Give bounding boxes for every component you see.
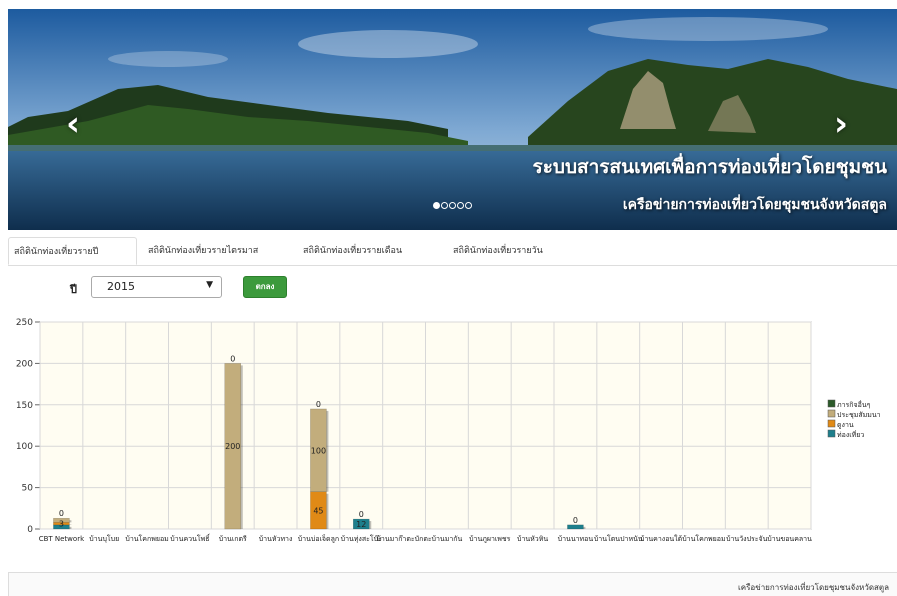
statistics-tabs: สถิตินักท่องเที่ยวรายปี สถิตินักท่องเที่… xyxy=(8,237,897,266)
banner-subtitle: เครือข่ายการท่องเที่ยวโดยชุมชนจังหวัดสตู… xyxy=(622,197,887,213)
data-label: 45 xyxy=(313,506,323,515)
y-tick-label: 0 xyxy=(27,525,33,535)
slide-indicator xyxy=(433,202,472,212)
legend-swatch xyxy=(827,429,836,438)
data-label: 0 xyxy=(573,516,578,525)
tab-yearly[interactable]: สถิตินักท่องเที่ยวรายปี xyxy=(8,237,137,265)
data-label: 200 xyxy=(225,442,240,451)
bar-shadow xyxy=(240,365,243,529)
x-tick-label: บ้านโคกพยอม xyxy=(682,534,725,543)
x-tick-label: CBT Network xyxy=(39,535,85,543)
visitor-statistics-chart: 0 50 100 150 200 250 CBT Network บ้านบุโบย บ้านโ… xyxy=(16,318,881,543)
tab-quarterly[interactable]: สถิตินักท่องเที่ยวรายไตรมาส xyxy=(143,237,293,265)
x-tick-label: บ้านโตนปาหนัน xyxy=(594,534,643,543)
legend-label: ประชุมสัมมนา xyxy=(837,411,881,419)
x-tick-label: บ้านบ่อเจ็ดลูก xyxy=(298,534,339,543)
legend-label: ภารกิจอื่นๆ xyxy=(837,400,871,409)
banner-title: ระบบสารสนเทศเพื่อการท่องเที่ยวโดยชุมชน xyxy=(532,156,888,178)
year-select-value: 2015 xyxy=(107,280,135,293)
data-label: 12 xyxy=(356,520,366,529)
y-tick-label: 50 xyxy=(22,484,34,494)
slide-dot[interactable] xyxy=(433,202,440,209)
data-label: 3 xyxy=(59,520,64,529)
bar-shadow xyxy=(326,493,329,529)
x-tick-label: บ้านขอนคลาน xyxy=(767,535,812,543)
data-label: 100 xyxy=(311,446,326,455)
tab-daily[interactable]: สถิตินักท่องเที่ยวรายวัน xyxy=(448,237,578,265)
bar-shadow xyxy=(369,521,372,529)
y-tick-label: 200 xyxy=(16,359,33,369)
year-select[interactable]: 2015 ▼ xyxy=(91,276,222,298)
x-tick-label: บ้านบุโบย xyxy=(89,534,119,543)
footer-text: เครือข่ายการท่องเที่ยวโดยชุมชนจังหวัดสตู… xyxy=(738,583,889,592)
x-tick-label: บ้านหัวทาง xyxy=(259,535,293,543)
y-tick-label: 150 xyxy=(16,401,33,411)
chevron-left-icon[interactable]: ‹ xyxy=(66,107,80,141)
x-tick-label: บ้านโคกพยอม xyxy=(125,534,168,543)
hero-banner: ‹ › ระบบสารสนเทศเพื่อการท่องเที่ยวโดยชุม… xyxy=(8,9,897,230)
y-tick-label: 100 xyxy=(16,442,33,452)
legend-swatch xyxy=(827,419,836,428)
data-label: 0 xyxy=(316,400,321,409)
x-tick-label: บ้านนาทอน xyxy=(558,535,594,543)
x-tick-label: บ้านหัวหิน xyxy=(517,535,548,543)
x-tick-label: บ้านมาก๊าตะบักตะ xyxy=(376,535,431,543)
legend-swatch xyxy=(827,409,836,418)
bar-shadow xyxy=(583,526,586,529)
x-tick-label: บ้านคางอนใต้ xyxy=(640,534,683,543)
legend-swatch xyxy=(827,399,836,408)
footer: เครือข่ายการท่องเที่ยวโดยชุมชนจังหวัดสตู… xyxy=(8,572,897,596)
bar-shadow xyxy=(69,526,72,529)
tab-monthly[interactable]: สถิตินักท่องเที่ยวรายเดือน xyxy=(298,237,443,265)
caret-down-icon: ▼ xyxy=(206,280,213,290)
x-tick-label: บ้านเกตรี xyxy=(219,535,247,543)
slide-dot[interactable] xyxy=(449,202,456,209)
x-tick-label: บ้านภูผาเพชร xyxy=(469,535,511,543)
chevron-right-icon[interactable]: › xyxy=(834,107,848,141)
bar-shadow xyxy=(326,410,329,492)
data-label: 0 xyxy=(359,510,364,519)
slide-dot[interactable] xyxy=(441,202,448,209)
x-tick-label: บ้านควนโพธิ์ xyxy=(170,533,211,543)
slide-dot[interactable] xyxy=(465,202,472,209)
legend-label: ท่องเที่ยว xyxy=(837,430,864,439)
slide-dot[interactable] xyxy=(457,202,464,209)
submit-button[interactable]: ตกลง xyxy=(243,276,287,298)
legend-label: ดูงาน xyxy=(837,421,854,429)
bar-shadow xyxy=(69,520,72,523)
data-label: 0 xyxy=(59,509,64,518)
x-tick-label: บ้านมากัน xyxy=(432,535,463,543)
data-label: 0 xyxy=(230,354,235,363)
year-label: ปี xyxy=(70,283,77,296)
x-tick-label: บ้านวังประจัน xyxy=(726,535,768,543)
bar-segment xyxy=(567,524,584,530)
y-tick-label: 250 xyxy=(16,318,33,328)
